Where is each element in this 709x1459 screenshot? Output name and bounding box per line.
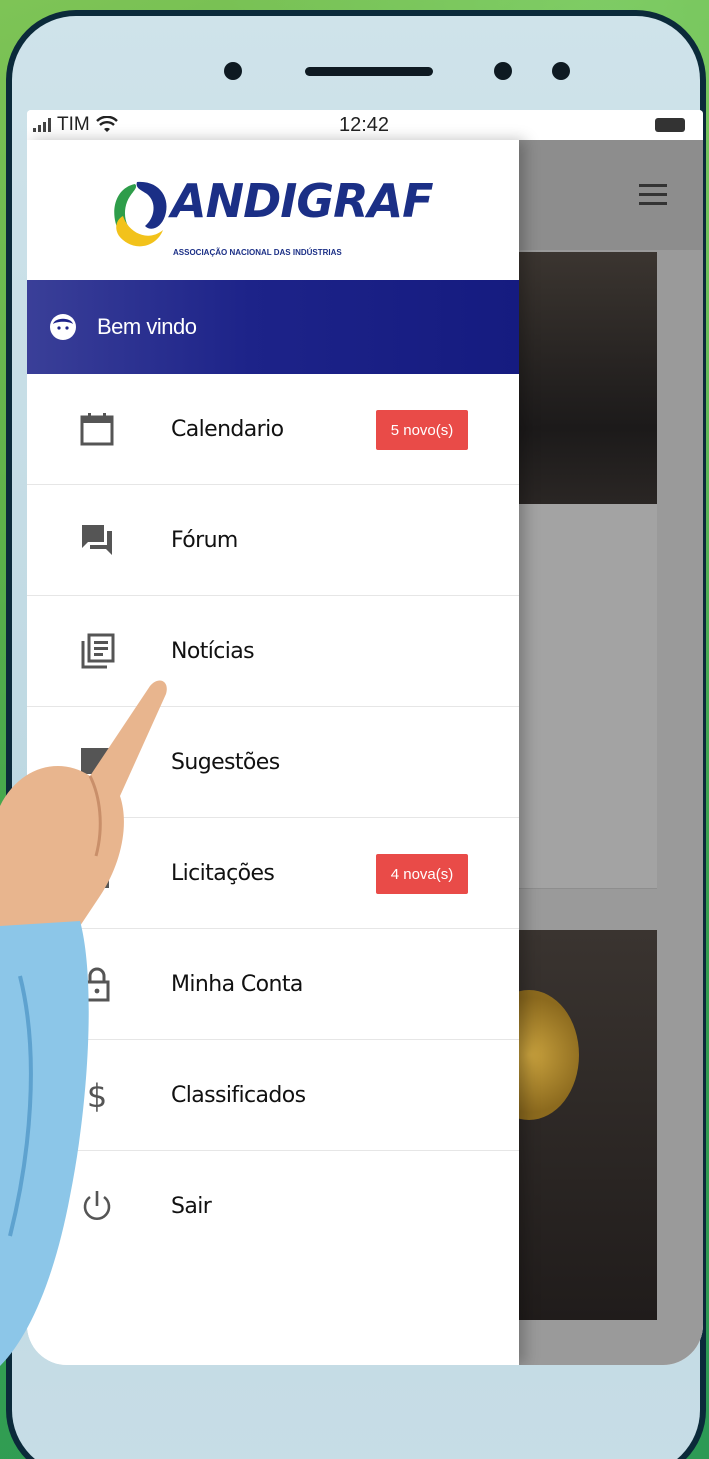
calendar-icon (77, 409, 117, 449)
award-card-photo[interactable] (479, 930, 657, 1320)
speaker-grille (305, 67, 433, 76)
welcome-text: Bem vindo (97, 314, 197, 339)
brand-subtitle: ASSOCIAÇÃO NACIONAL DAS INDÚSTRIAS (173, 248, 342, 257)
brand-name: ANDIGRAF (171, 174, 434, 228)
menu-item-calendario[interactable]: Calendario 5 novo(s) (27, 374, 519, 485)
camera-dot (224, 62, 242, 80)
signal-icon (33, 118, 51, 132)
clock: 12:42 (339, 114, 390, 136)
app-toolbar (519, 140, 703, 250)
carrier-name: TIM (57, 114, 90, 135)
wifi-icon (95, 116, 118, 132)
new-count-badge: 4 nova(s) (376, 854, 468, 894)
menu-icon[interactable] (639, 184, 667, 206)
welcome-banner: Bem vindo (27, 280, 519, 374)
andigraf-logo-icon (114, 181, 167, 247)
news-icon (77, 631, 117, 671)
menu-item-forum[interactable]: Fórum (27, 485, 519, 596)
forum-icon (77, 520, 117, 560)
menu-label: Fórum (171, 528, 238, 553)
battery-icon (655, 118, 685, 132)
background-app (479, 140, 703, 1365)
sensor-dot (552, 62, 570, 80)
pointing-hand-illustration (0, 680, 167, 1366)
user-face-icon (50, 314, 76, 340)
news-card-body[interactable] (519, 504, 657, 889)
sensor-dot (494, 62, 512, 80)
menu-label: Calendario (171, 417, 284, 442)
status-bar: TIM 12:42 (27, 110, 703, 140)
new-count-badge: 5 novo(s) (376, 410, 468, 450)
news-card-photo[interactable] (519, 252, 657, 504)
drawer-header-logo: ANDIGRAF ASSOCIAÇÃO NACIONAL DAS INDÚSTR… (27, 140, 519, 280)
